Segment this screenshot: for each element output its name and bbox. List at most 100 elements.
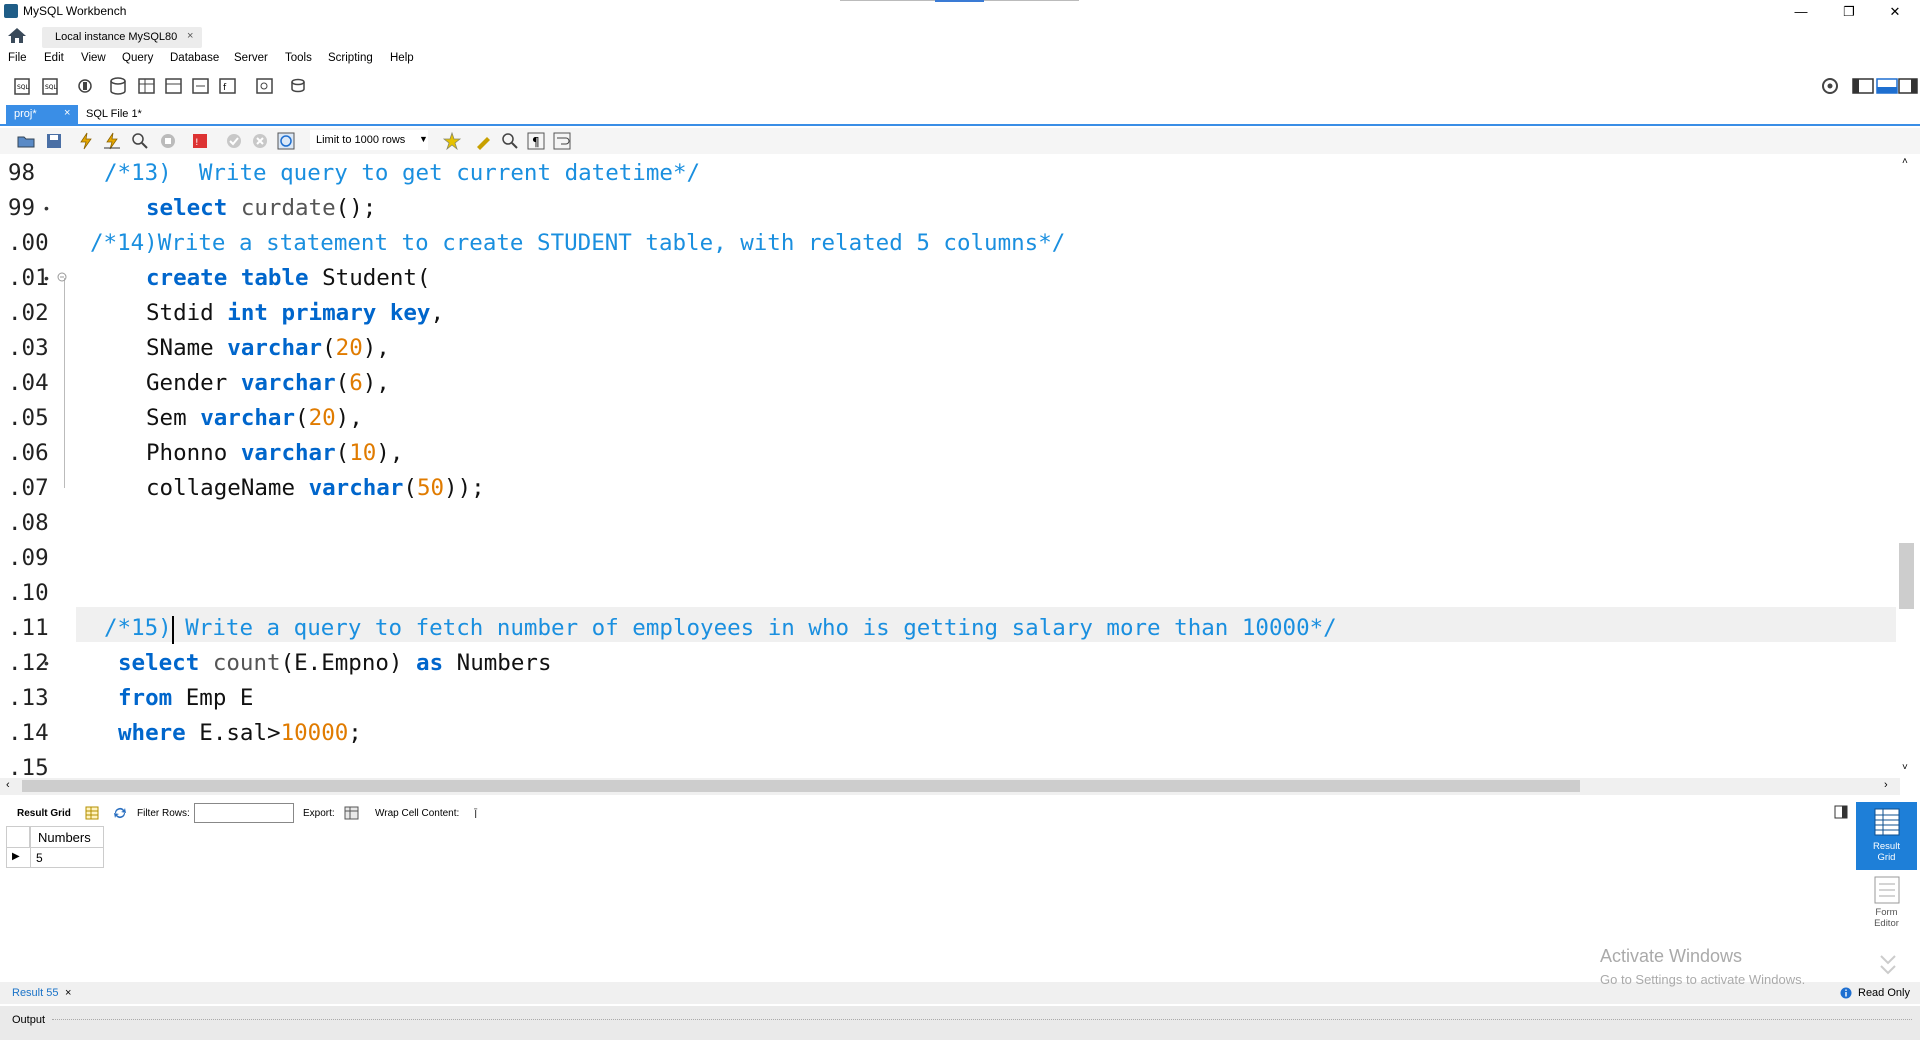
- beautify-icon[interactable]: [474, 131, 494, 151]
- toggle-secondary-sidebar-icon[interactable]: [1898, 78, 1918, 94]
- menu-query[interactable]: Query: [122, 52, 153, 64]
- menu-tools[interactable]: Tools: [285, 52, 312, 64]
- execute-icon[interactable]: [76, 131, 96, 151]
- code-number: 6: [349, 370, 363, 396]
- panel-toggle-icon[interactable]: [1834, 805, 1848, 819]
- code-text: (: [295, 405, 309, 431]
- code-keyword: int: [227, 300, 268, 326]
- menu-server[interactable]: Server: [234, 52, 268, 64]
- menu-file[interactable]: File: [8, 52, 27, 64]
- form-editor-label: Form Editor: [1856, 907, 1917, 929]
- find-replace-icon[interactable]: [500, 131, 520, 151]
- result-grid[interactable]: [6, 826, 1846, 984]
- export-label: Export:: [303, 808, 335, 819]
- code-line-105: Sem varchar(20),: [146, 401, 363, 436]
- editor-tab-bar: [0, 104, 1920, 126]
- line-number: .14: [8, 720, 49, 746]
- code-keyword: where: [118, 720, 186, 746]
- statement-marker: •: [44, 655, 49, 671]
- code-text: ();: [335, 195, 377, 221]
- result-tab-label[interactable]: Result 55: [12, 987, 58, 999]
- code-line-104: Gender varchar(6),: [146, 366, 390, 401]
- toggle-output-icon[interactable]: [1876, 78, 1898, 94]
- sql-editor[interactable]: 98 99 .00 .01 .02 .03 .04 .05 .06 .07 .0…: [0, 156, 1900, 778]
- line-number: .03: [8, 335, 49, 361]
- scroll-right-icon[interactable]: ›: [1884, 779, 1888, 791]
- form-editor-label-line1: Form: [1875, 907, 1898, 918]
- fold-toggle-icon[interactable]: [57, 272, 67, 282]
- scroll-left-icon[interactable]: ‹: [6, 779, 10, 791]
- horizontal-scroll-thumb[interactable]: [22, 780, 1580, 792]
- line-number: .05: [8, 405, 49, 431]
- grid-view-icon[interactable]: [84, 805, 100, 821]
- wrap-cell-icon[interactable]: Ī: [472, 805, 486, 821]
- word-wrap-icon[interactable]: [552, 131, 572, 151]
- more-views-chevron-icon[interactable]: [1878, 950, 1898, 980]
- scroll-up-icon[interactable]: ˄: [1902, 156, 1908, 167]
- commit-icon[interactable]: [224, 131, 244, 151]
- rollback-icon[interactable]: [250, 131, 270, 151]
- reconnect-icon[interactable]: [288, 76, 310, 96]
- menu-edit[interactable]: Edit: [44, 52, 64, 64]
- open-sql-script-icon[interactable]: SQL: [40, 76, 62, 96]
- create-schema-icon[interactable]: [108, 76, 130, 96]
- search-table-data-icon[interactable]: [254, 76, 276, 96]
- result-grid-view-label-line1: Result: [1873, 841, 1900, 852]
- refresh-icon[interactable]: [112, 805, 128, 821]
- close-window-button[interactable]: ✕: [1880, 4, 1910, 24]
- create-table-icon[interactable]: [136, 76, 158, 96]
- connection-tab-close-icon[interactable]: ×: [187, 30, 193, 42]
- activate-windows-title: Activate Windows: [1600, 946, 1743, 966]
- menu-database[interactable]: Database: [170, 52, 219, 64]
- add-snippet-icon[interactable]: [442, 131, 462, 151]
- save-file-icon[interactable]: [44, 131, 64, 151]
- menu-help[interactable]: Help: [390, 52, 414, 64]
- inspector-icon[interactable]: [75, 76, 97, 96]
- code-line-103: SName varchar(20),: [146, 331, 390, 366]
- editor-vertical-scrollbar[interactable]: [1899, 156, 1920, 778]
- code-keyword: varchar: [308, 475, 404, 501]
- code-identifier: E.sal>: [199, 720, 281, 746]
- toggle-error-icon[interactable]: !: [190, 131, 210, 151]
- code-text: ),: [362, 370, 390, 396]
- code-number: 20: [335, 335, 363, 361]
- output-label[interactable]: Output: [12, 1014, 45, 1026]
- stop-icon[interactable]: [158, 131, 178, 151]
- code-keyword: varchar: [227, 335, 323, 361]
- scroll-down-icon[interactable]: ˅: [1902, 762, 1908, 773]
- new-sql-tab-icon[interactable]: SQL: [12, 76, 34, 96]
- minimize-button[interactable]: —: [1786, 4, 1816, 24]
- code-keyword: create: [146, 265, 228, 291]
- tab-proj-close-icon[interactable]: ×: [64, 107, 70, 119]
- vertical-scroll-thumb[interactable]: [1899, 543, 1914, 609]
- text-caret: [172, 616, 174, 644]
- create-procedure-icon[interactable]: [190, 76, 212, 96]
- line-number: .11: [8, 615, 49, 641]
- top-indicator-right: [984, 0, 1079, 1]
- code-number: 20: [308, 405, 336, 431]
- invisible-chars-icon[interactable]: ¶: [526, 131, 546, 151]
- code-number: 10000: [280, 720, 349, 746]
- menu-scripting[interactable]: Scripting: [328, 52, 373, 64]
- create-view-icon[interactable]: [163, 76, 185, 96]
- autocommit-icon[interactable]: [276, 131, 296, 151]
- svg-text:¶: ¶: [532, 135, 540, 149]
- menu-view[interactable]: View: [81, 52, 106, 64]
- code-text: ),: [376, 440, 404, 466]
- table-row[interactable]: [6, 848, 104, 868]
- open-file-icon[interactable]: [16, 131, 36, 151]
- table-cell[interactable]: 5: [36, 851, 43, 865]
- explain-icon[interactable]: [130, 131, 150, 151]
- result-tab-close-icon[interactable]: ×: [65, 987, 71, 999]
- settings-gear-icon[interactable]: [1820, 76, 1840, 96]
- toggle-sidebar-icon[interactable]: [1852, 78, 1874, 94]
- code-line-102: Stdid int primary key,: [146, 296, 444, 331]
- export-icon[interactable]: [343, 805, 361, 821]
- column-header-label: Numbers: [38, 830, 91, 845]
- home-icon[interactable]: [6, 26, 36, 48]
- execute-current-icon[interactable]: [102, 131, 122, 151]
- restore-button[interactable]: ❐: [1834, 4, 1864, 24]
- form-editor-icon[interactable]: [1874, 876, 1900, 904]
- create-function-icon[interactable]: f: [217, 76, 239, 96]
- filter-rows-input[interactable]: [194, 803, 294, 823]
